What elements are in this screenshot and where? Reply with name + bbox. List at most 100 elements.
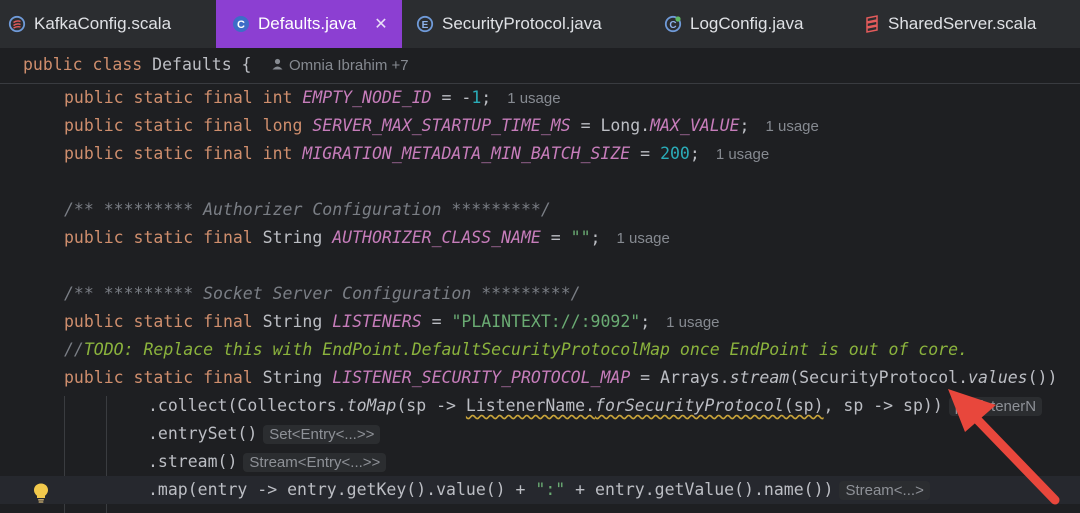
code-fragment: , sp -> sp)) [823,396,943,415]
svg-text:C: C [669,20,676,31]
number-literal: 1 [471,88,482,107]
keyword: public class [23,55,143,74]
code-line: public static final long SERVER_MAX_STAR… [0,112,1080,140]
todo-comment: //TODO: Replace this with EndPoint.Defau… [0,336,1080,364]
code-fragment: .stream() [148,452,238,471]
string-literal: "" [570,228,591,247]
code-line: .entrySet() Set<Entry<...>> [0,420,1080,448]
code-fragment: + entry.getValue().name()) [565,480,834,499]
string-literal: "PLAINTEXT://:9092" [451,312,641,331]
constant-name: MIGRATION_METADATA_MIN_BATCH_SIZE [302,144,631,163]
semicolon: ; [481,88,492,107]
keyword: public static final [64,228,253,247]
close-tab-icon[interactable]: ✕ [374,14,387,34]
tab-logconfig-java[interactable]: C LogConfig.java [664,0,803,48]
constant-name: AUTHORIZER_CLASS_NAME [332,228,541,247]
usage-hint[interactable]: 1 usage [507,90,560,107]
constant-name: LISTENERS [332,312,422,331]
code-fragment: ()) [1027,368,1058,387]
code-fragment: (sp -> [396,396,466,415]
class-declaration: public class Defaults { [23,55,252,74]
sticky-class-header[interactable]: public class Defaults { Omnia Ibrahim +7 [0,49,1080,84]
java-class-icon: C [664,15,682,33]
operator: = - [431,88,472,107]
editor-tab-bar: KafkaConfig.scala C Defaults.java ✕ E Se… [0,0,1080,49]
code-editor[interactable]: public static final int EMPTY_NODE_ID = … [0,84,1080,513]
tab-sharedserver-scala[interactable]: SharedServer.scala [864,0,1036,48]
tab-label: LogConfig.java [690,14,804,33]
semicolon: ; [689,144,700,163]
method-call: forSecurityProtocol [595,396,784,415]
semicolon: ; [590,228,601,247]
code-line: .stream() Stream<Entry<...>> [0,448,1080,476]
type-name: String [252,228,333,247]
tab-securityprotocol-java[interactable]: E SecurityProtocol.java [416,0,602,48]
usage-hint[interactable]: 1 usage [765,118,818,135]
keyword: public static final int [64,88,293,107]
operator: = Arrays. [630,368,730,387]
svg-text:C: C [237,19,245,31]
tab-label: KafkaConfig.scala [34,14,172,33]
constant-name: EMPTY_NODE_ID [302,88,432,107]
code-vision-author[interactable]: Omnia Ibrahim +7 [272,57,409,74]
code-comment: /** ********* Authorizer Configuration *… [64,200,551,219]
person-icon [272,57,283,74]
operator: = [540,228,571,247]
scala-file-icon [8,15,26,33]
type-hint[interactable]: Stream<...> [839,481,930,500]
tab-label: Defaults.java [258,14,357,33]
code-line: public static final String LISTENERS = "… [0,308,1080,336]
code-fragment: (SecurityProtocol. [789,368,969,387]
method-call: toMap [346,396,397,415]
operator: = [421,312,452,331]
code-fragment: .map(entry -> entry.getKey().value() + [148,480,536,499]
code-comment: /** ********* Socket Server Configuratio… [64,284,581,303]
tab-label: SecurityProtocol.java [442,14,602,33]
operator: = Long. [570,116,651,135]
constant-name: SERVER_MAX_STARTUP_TIME_MS [312,116,571,135]
todo-text: TODO: Replace this with EndPoint.Default… [83,340,968,359]
type-name: String [252,312,333,331]
code-fragment: .entrySet() [148,424,258,443]
semicolon: ; [739,116,750,135]
number-literal: 200 [660,144,690,163]
code-line: .collect(Collectors.toMap(sp -> Listener… [0,392,1080,420]
method-call: values [968,368,1028,387]
keyword: public static final long [64,116,303,135]
method-call: stream [729,368,790,387]
type-hint[interactable]: Stream<Entry<...>> [243,453,387,472]
code-line: public static final int MIGRATION_METADA… [0,140,1080,168]
comment-slashes: // [64,340,84,359]
usage-hint[interactable]: 1 usage [616,230,669,247]
author-label: Omnia Ibrahim +7 [289,57,409,74]
java-class-icon: C [232,15,250,33]
keyword: public static final [64,312,253,331]
tab-defaults-java[interactable]: C Defaults.java ✕ [216,0,402,48]
svg-text:E: E [422,20,429,31]
keyword: public static final int [64,144,293,163]
code-line: public static final int EMPTY_NODE_ID = … [0,84,1080,112]
lightbulb-icon[interactable] [32,482,50,508]
code-fragment: (sp) [783,396,824,415]
current-code-line: .map(entry -> entry.getKey().value() + "… [0,476,1080,504]
keyword: public static final [64,368,253,387]
usage-hint[interactable]: 1 usage [666,314,719,331]
tab-label: SharedServer.scala [888,14,1037,33]
usage-hint[interactable]: 1 usage [716,146,769,163]
tab-kafkaconfig-scala[interactable]: KafkaConfig.scala [8,0,171,48]
constant-name: MAX_VALUE [650,116,740,135]
type-hint[interactable]: p<ListenerN [948,397,1043,416]
type-name: String [252,368,333,387]
code-fragment: .collect(Collectors. [148,396,347,415]
code-line: public static final String AUTHORIZER_CL… [0,224,1080,252]
semicolon: ; [640,312,651,331]
warning-squiggle-text[interactable]: ListenerName. [466,396,595,415]
operator: = [630,144,661,163]
class-name: Defaults { [152,55,252,74]
java-enum-icon: E [416,15,434,33]
string-literal: ":" [535,480,566,499]
code-line: public static final String LISTENER_SECU… [0,364,1080,392]
type-hint[interactable]: Set<Entry<...>> [263,425,381,444]
constant-name: LISTENER_SECURITY_PROTOCOL_MAP [332,368,631,387]
scala-file-icon [864,15,880,33]
